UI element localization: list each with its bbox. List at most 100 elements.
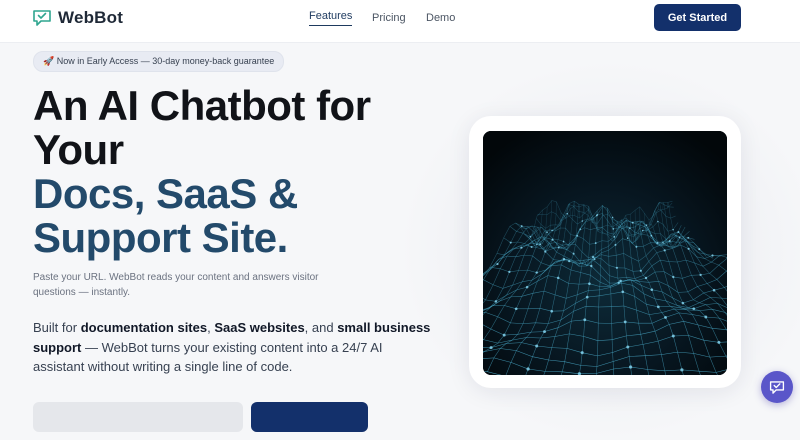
early-access-badge: 🚀 Now in Early Access — 30-day money-bac…: [33, 51, 284, 72]
get-started-button[interactable]: Get Started: [654, 4, 741, 31]
mesh-node: [596, 215, 598, 217]
mesh-node: [698, 248, 700, 250]
mesh-node: [650, 235, 652, 237]
mesh-node: [526, 286, 529, 289]
mesh-node: [717, 341, 720, 344]
mesh-node: [508, 271, 510, 273]
mesh-node: [592, 256, 594, 258]
mesh-node: [612, 228, 614, 230]
mesh-node: [515, 307, 518, 310]
mesh-node: [490, 346, 493, 349]
terrain-graphic: [483, 131, 727, 375]
mesh-node: [642, 230, 644, 232]
chat-bubble-icon: [769, 380, 785, 395]
mesh-node: [616, 267, 618, 269]
mesh-node: [614, 244, 616, 246]
mesh-node: [593, 258, 595, 260]
mesh-node: [618, 282, 620, 284]
mesh-node: [581, 351, 584, 354]
desc-text-4: — WebBot turns your existing content int…: [33, 340, 383, 375]
mesh-node: [657, 306, 660, 309]
mesh-node: [558, 246, 560, 248]
mesh-node: [552, 239, 554, 241]
mesh-node: [656, 242, 658, 244]
mesh-node: [536, 271, 538, 273]
mesh-node: [687, 248, 689, 250]
mesh-node: [590, 265, 592, 267]
mesh-node: [651, 288, 654, 291]
primary-button[interactable]: [251, 402, 368, 432]
chat-widget-button[interactable]: [761, 371, 793, 403]
mesh-node: [563, 241, 565, 243]
mesh-node: [627, 237, 629, 239]
mesh-node: [530, 236, 532, 238]
hero-description: Built for documentation sites, SaaS webs…: [33, 318, 433, 377]
mesh-node: [503, 334, 506, 337]
mesh-node: [680, 368, 683, 371]
mesh-node: [563, 258, 565, 260]
mesh-node: [579, 228, 581, 230]
desc-text-3: , and: [305, 320, 338, 335]
mesh-node: [669, 240, 671, 242]
mesh-node: [687, 237, 689, 239]
secondary-button[interactable]: [33, 402, 243, 432]
mesh-node: [520, 247, 522, 249]
mesh-node: [557, 277, 560, 280]
mesh-node: [544, 250, 546, 252]
mesh-node: [535, 344, 538, 347]
mesh-node: [624, 320, 627, 323]
mesh-node: [657, 221, 659, 223]
mesh-node: [692, 307, 695, 310]
mesh-node: [672, 334, 675, 337]
mesh-node: [496, 263, 498, 265]
mesh-node: [566, 213, 568, 215]
mesh-node: [588, 282, 591, 285]
desc-bold-docs: documentation sites: [81, 320, 207, 335]
mesh-node: [672, 276, 674, 278]
mesh-node: [543, 330, 546, 333]
mesh-node: [531, 246, 533, 248]
mesh-node: [646, 224, 648, 226]
mesh-node: [629, 365, 632, 368]
nav-link-demo[interactable]: Demo: [426, 12, 455, 24]
mesh-node: [612, 217, 614, 219]
mesh-node: [573, 253, 575, 255]
mesh-node: [635, 246, 637, 248]
mesh-node: [713, 289, 716, 292]
mesh-node: [546, 231, 548, 233]
mesh-node: [619, 280, 622, 283]
hero-subtext: Paste your URL. WebBot reads your conten…: [33, 270, 333, 300]
mesh-node: [621, 290, 624, 293]
headline-line-3: Docs, SaaS &: [33, 172, 453, 216]
mesh-node: [595, 242, 597, 244]
hero-visual-card: [469, 116, 741, 388]
mesh-node: [632, 222, 634, 224]
wireframe-terrain-image: [483, 131, 727, 375]
top-nav: WebBot Features Pricing Demo Get Started: [0, 0, 800, 43]
mesh-node: [626, 345, 629, 348]
mesh-node: [586, 296, 589, 299]
mesh-node: [682, 302, 685, 305]
mesh-node: [582, 220, 584, 222]
brand-name: WebBot: [58, 8, 123, 28]
nav-link-features[interactable]: Features: [309, 10, 352, 22]
headline-line-2: Your: [33, 128, 453, 172]
mesh-node: [679, 237, 681, 239]
mesh-node: [583, 318, 586, 321]
mesh-node: [711, 254, 713, 256]
logo[interactable]: WebBot: [32, 8, 123, 28]
desc-bold-saas: SaaS websites: [214, 320, 304, 335]
mesh-node: [613, 236, 615, 238]
mesh-node: [629, 227, 631, 229]
mesh-node: [662, 242, 664, 244]
mesh-node: [645, 277, 647, 279]
mesh-node: [664, 316, 667, 319]
mesh-node: [536, 244, 538, 246]
nav-link-pricing[interactable]: Pricing: [372, 12, 406, 24]
mesh-node: [521, 225, 523, 227]
mesh-node: [677, 231, 679, 233]
mesh-node: [672, 229, 674, 231]
mesh-node: [664, 249, 666, 251]
mesh-node: [539, 243, 541, 245]
mesh-node: [551, 230, 553, 232]
